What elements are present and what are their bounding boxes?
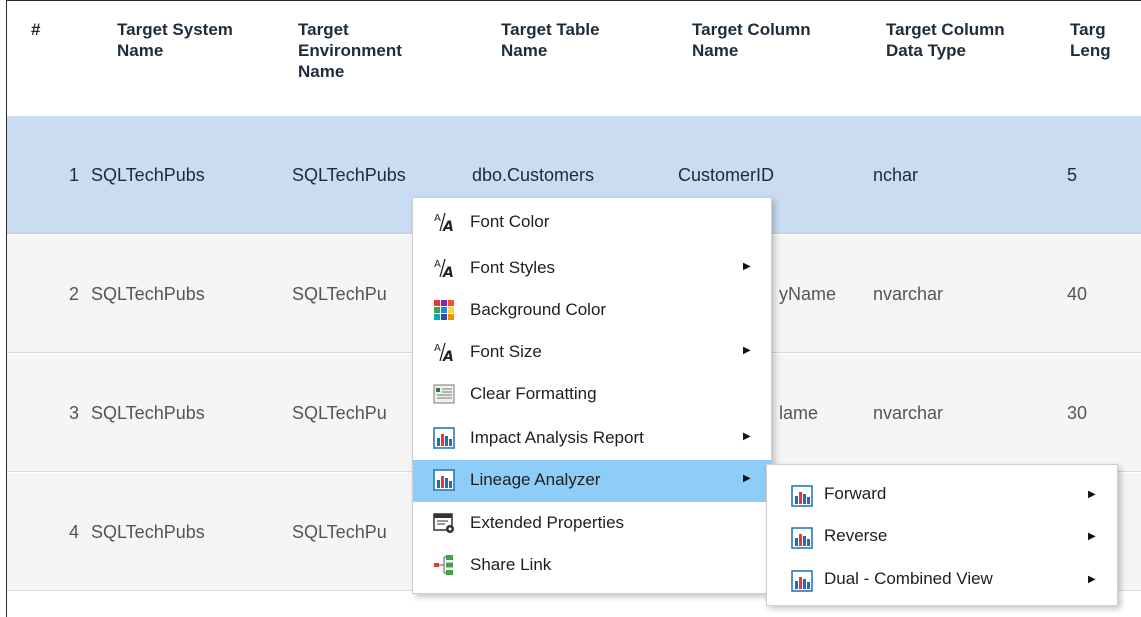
report-icon <box>433 469 455 491</box>
menu-item-extended-properties[interactable]: Extended Properties <box>413 503 771 545</box>
background-color-icon <box>433 299 455 321</box>
submenu-item-label: Forward <box>824 484 887 503</box>
submenu-item-reverse[interactable]: Reverse ▶ <box>767 517 1117 557</box>
svg-text:A: A <box>442 349 454 363</box>
menu-item-label: Font Color <box>470 212 550 231</box>
row-number: 4 <box>68 522 79 542</box>
report-icon <box>433 427 455 449</box>
font-color-icon: AA <box>433 211 455 235</box>
menu-item-label: Share Link <box>470 555 552 574</box>
submenu-item-forward[interactable]: Forward ▶ <box>767 475 1117 515</box>
menu-item-label: Background Color <box>470 300 607 319</box>
header-num[interactable]: # <box>31 19 40 40</box>
menu-item-font-size[interactable]: AA Font Size ▶ <box>413 332 771 374</box>
cell-length: 5 <box>1067 165 1078 185</box>
submenu-item-label: Reverse <box>824 526 888 545</box>
cell-length: 30 <box>1067 403 1088 423</box>
submenu-arrow-icon: ▶ <box>743 473 751 484</box>
submenu-arrow-icon: ▶ <box>743 261 751 272</box>
header-target-system-name[interactable]: Target System Name <box>117 19 233 61</box>
menu-item-font-color[interactable]: AA Font Color <box>413 202 771 244</box>
submenu-arrow-icon: ▶ <box>743 345 751 356</box>
submenu-arrow-icon: ▶ <box>1088 574 1096 585</box>
font-size-icon: AA <box>433 341 455 365</box>
cell-system: SQLTechPubs <box>91 522 205 542</box>
menu-item-impact-analysis-report[interactable]: Impact Analysis Report ▶ <box>413 418 771 460</box>
cell-table: dbo.Customers <box>472 165 595 185</box>
header-target-length[interactable]: Targ Leng <box>1070 19 1111 61</box>
lineage-analyzer-submenu: Forward ▶ Reverse ▶ Dual - Combined View… <box>766 464 1118 606</box>
submenu-item-dual-combined-view[interactable]: Dual - Combined View ▶ <box>767 560 1117 600</box>
menu-item-label: Clear Formatting <box>470 384 597 403</box>
share-link-icon <box>433 554 455 576</box>
menu-item-clear-formatting[interactable]: Clear Formatting <box>413 374 771 416</box>
menu-item-label: Extended Properties <box>470 513 625 532</box>
row-number: 2 <box>68 284 79 304</box>
cell-system: SQLTechPubs <box>91 284 205 304</box>
cell-environment: SQLTechPu <box>292 284 387 304</box>
svg-text:A: A <box>434 343 441 354</box>
cell-system: SQLTechPubs <box>91 403 205 423</box>
cell-data-type: nvarchar <box>873 284 944 304</box>
submenu-item-label: Dual - Combined View <box>824 569 993 588</box>
cell-column: yName <box>779 284 837 304</box>
clear-formatting-icon <box>433 383 455 405</box>
cell-data-type: nvarchar <box>873 403 944 423</box>
menu-item-label: Lineage Analyzer <box>470 470 601 489</box>
font-styles-icon: AA <box>433 257 455 281</box>
cell-column: CustomerID <box>678 165 775 185</box>
menu-item-share-link[interactable]: Share Link <box>413 545 771 587</box>
submenu-arrow-icon: ▶ <box>1088 531 1096 542</box>
cell-data-type: nchar <box>873 165 919 185</box>
submenu-arrow-icon: ▶ <box>1088 489 1096 500</box>
svg-text:A: A <box>442 265 454 279</box>
menu-item-background-color[interactable]: Background Color <box>413 290 771 332</box>
menu-item-label: Impact Analysis Report <box>470 428 644 447</box>
cell-environment: SQLTechPu <box>292 403 387 423</box>
menu-item-label: Font Size <box>470 342 542 361</box>
menu-item-label: Font Styles <box>470 258 556 277</box>
row-number: 1 <box>68 165 79 185</box>
cell-column: lame <box>779 403 819 423</box>
header-target-column-data-type[interactable]: Target Column Data Type <box>886 19 1005 61</box>
cell-length: 40 <box>1067 284 1088 304</box>
header-target-table-name[interactable]: Target Table Name <box>501 19 600 61</box>
cell-environment: SQLTechPu <box>292 522 387 542</box>
svg-text:A: A <box>434 259 441 270</box>
cell-system: SQLTechPubs <box>91 165 205 185</box>
row-number: 3 <box>68 403 79 423</box>
header-target-environment-name[interactable]: Target Environment Name <box>298 19 402 82</box>
report-icon <box>791 485 813 507</box>
report-icon <box>791 527 813 549</box>
header-target-column-name[interactable]: Target Column Name <box>692 19 811 61</box>
extended-properties-icon <box>433 512 455 534</box>
menu-item-lineage-analyzer[interactable]: Lineage Analyzer ▶ <box>413 460 771 502</box>
context-menu: AA Font Color AA Font Styles ▶ Backgroun… <box>412 197 772 594</box>
cell-environment: SQLTechPubs <box>292 165 406 185</box>
report-icon <box>791 570 813 592</box>
submenu-arrow-icon: ▶ <box>743 431 751 442</box>
svg-text:A: A <box>442 219 454 233</box>
svg-text:A: A <box>434 213 441 224</box>
menu-item-font-styles[interactable]: AA Font Styles ▶ <box>413 248 771 290</box>
